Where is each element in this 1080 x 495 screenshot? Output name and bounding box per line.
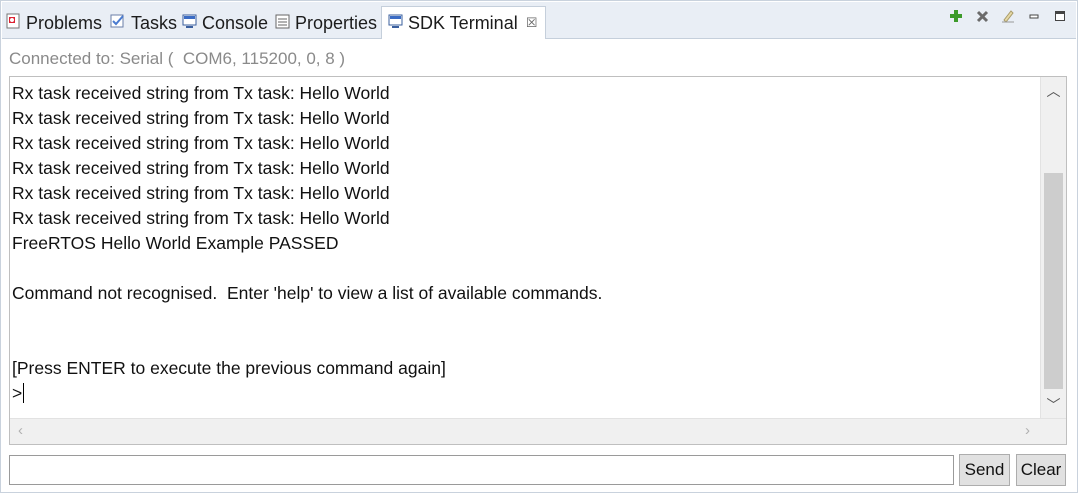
horizontal-scrollbar[interactable]: ‹ › <box>10 418 1066 444</box>
tab-label: Properties <box>295 12 378 33</box>
connection-status: Connected to: Serial ( COM6, 115200, 0, … <box>9 49 346 68</box>
text-cursor <box>23 383 25 403</box>
minimize-icon[interactable] <box>1026 8 1042 24</box>
tab-label: Problems <box>26 12 103 33</box>
terminal-line: Rx task received string from Tx task: He… <box>12 208 390 228</box>
clear-button[interactable]: Clear <box>1016 454 1066 486</box>
terminal-line: Rx task received string from Tx task: He… <box>12 83 390 103</box>
tab-label: SDK Terminal <box>408 12 518 33</box>
scrollbar-thumb[interactable] <box>1044 173 1063 389</box>
terminal-line: Rx task received string from Tx task: He… <box>12 108 390 128</box>
scroll-down-icon[interactable]: ﹀ <box>1041 395 1066 415</box>
add-icon[interactable] <box>948 8 964 24</box>
terminal-output[interactable]: Rx task received string from Tx task: He… <box>9 76 1067 445</box>
tab-sdk-terminal[interactable]: SDK Terminal ☒ <box>381 6 547 39</box>
scroll-up-icon[interactable]: ︿ <box>1041 81 1066 101</box>
sdk-terminal-view: Problems Tasks Console Properties SDK Te <box>0 0 1078 493</box>
tab-console[interactable]: Console <box>182 8 268 38</box>
terminal-text: Rx task received string from Tx task: He… <box>12 81 1037 421</box>
properties-icon <box>275 13 290 34</box>
terminal-line: FreeRTOS Hello World Example PASSED <box>12 233 339 253</box>
terminal-line: Rx task received string from Tx task: He… <box>12 158 390 178</box>
tasks-icon <box>110 13 126 34</box>
clear-icon[interactable] <box>1000 8 1016 24</box>
vertical-scrollbar[interactable]: ︿ ﹀ <box>1040 77 1066 419</box>
tab-label: Tasks <box>131 12 178 33</box>
tab-label: Console <box>202 12 269 33</box>
scroll-right-icon[interactable]: › <box>1025 422 1030 439</box>
terminal-line: [Press ENTER to execute the previous com… <box>12 358 446 378</box>
maximize-icon[interactable] <box>1052 8 1068 24</box>
view-tab-bar: Problems Tasks Console Properties SDK Te <box>2 2 1076 39</box>
command-input[interactable] <box>9 455 954 485</box>
send-button[interactable]: Send <box>959 454 1010 486</box>
problems-icon <box>6 13 21 34</box>
terminal-line: Rx task received string from Tx task: He… <box>12 183 390 203</box>
terminal-icon <box>388 13 403 34</box>
scroll-left-icon[interactable]: ‹ <box>18 422 23 439</box>
view-toolbar <box>948 8 1068 24</box>
remove-icon[interactable] <box>974 8 990 24</box>
tab-problems[interactable]: Problems <box>6 8 102 38</box>
terminal-line: Rx task received string from Tx task: He… <box>12 133 390 153</box>
tab-properties[interactable]: Properties <box>275 8 377 38</box>
close-icon[interactable]: ☒ <box>526 15 538 31</box>
tab-tasks[interactable]: Tasks <box>110 8 177 38</box>
terminal-line: Command not recognised. Enter 'help' to … <box>12 283 603 303</box>
terminal-line: > <box>12 383 25 403</box>
console-icon <box>182 13 197 34</box>
